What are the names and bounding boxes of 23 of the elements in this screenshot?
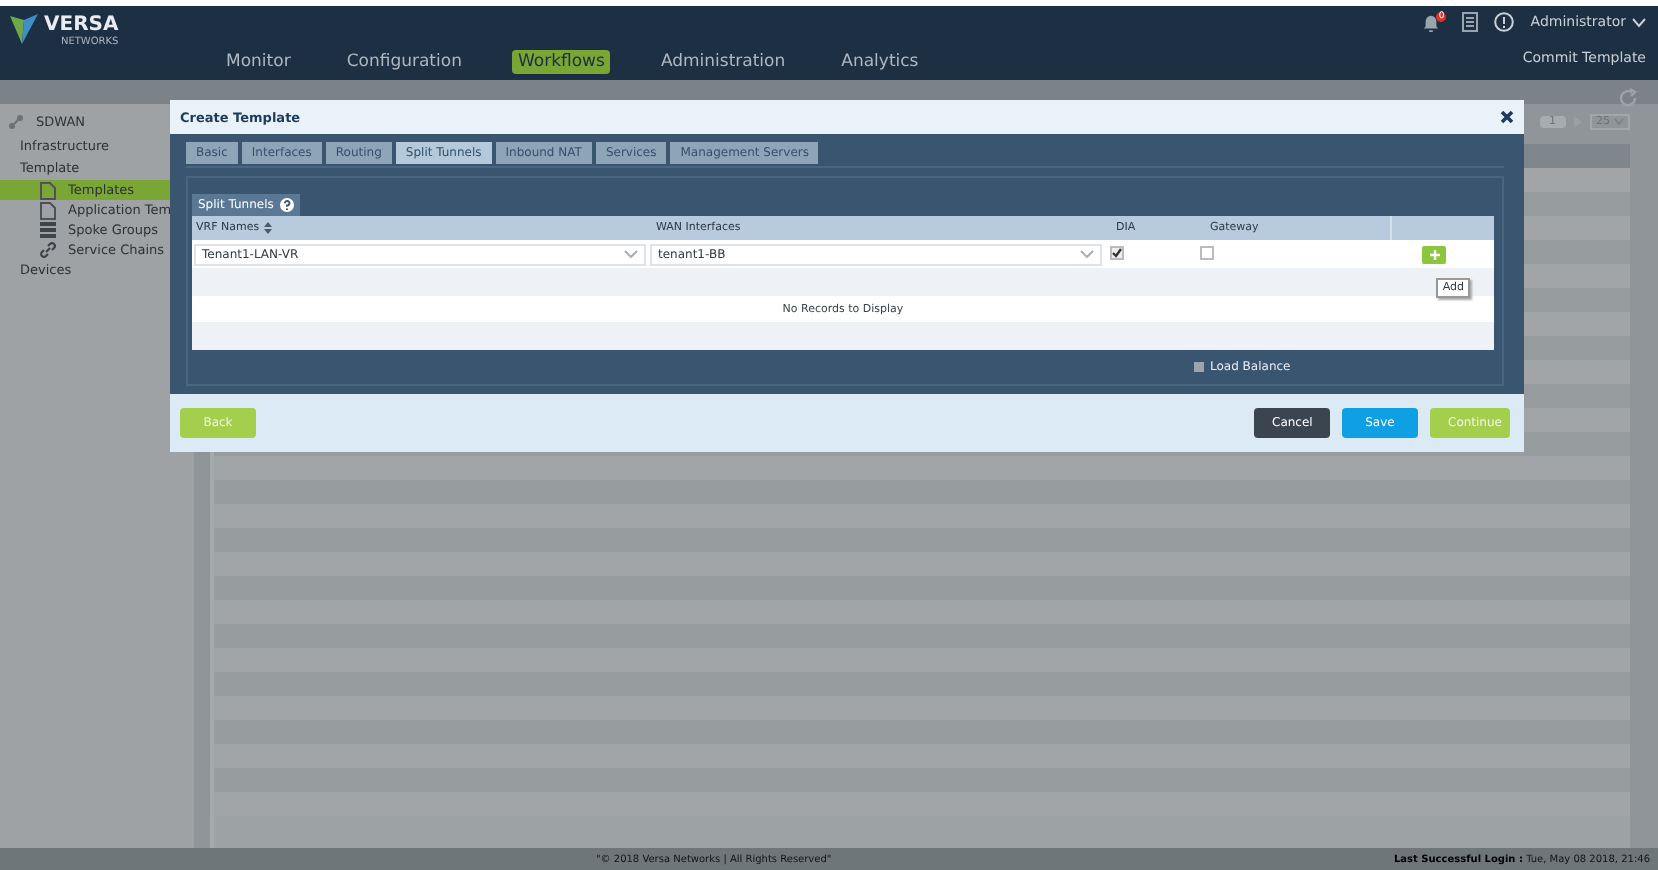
nav-tab[interactable]: Workflows — [511, 50, 611, 74]
chevron-down-icon — [1080, 250, 1094, 258]
load-balance-checkbox[interactable] — [1194, 362, 1204, 372]
nav-tab[interactable]: Monitor — [220, 50, 297, 74]
nav-tab[interactable]: Administration — [654, 50, 792, 74]
chevron-down-icon — [624, 250, 638, 258]
nav-tab[interactable]: Analytics — [835, 50, 925, 74]
logo-text: VERSA — [44, 14, 119, 36]
logo-icon — [10, 14, 38, 46]
chevron-down-icon — [1632, 17, 1646, 27]
link-icon — [40, 242, 56, 258]
notification-bell-icon[interactable] — [1422, 13, 1441, 31]
close-icon[interactable] — [1500, 110, 1514, 124]
network-icon — [8, 114, 24, 130]
stack-icon — [40, 222, 56, 238]
plus-icon — [1429, 249, 1439, 259]
gateway-checkbox[interactable] — [1200, 245, 1214, 259]
nav-tab[interactable]: Configuration — [340, 50, 468, 74]
sort-icon[interactable] — [263, 222, 272, 234]
help-icon[interactable] — [279, 198, 294, 212]
info-icon[interactable] — [1494, 12, 1515, 32]
dia-checkbox[interactable] — [1110, 246, 1124, 260]
document-icon[interactable] — [1462, 12, 1479, 32]
